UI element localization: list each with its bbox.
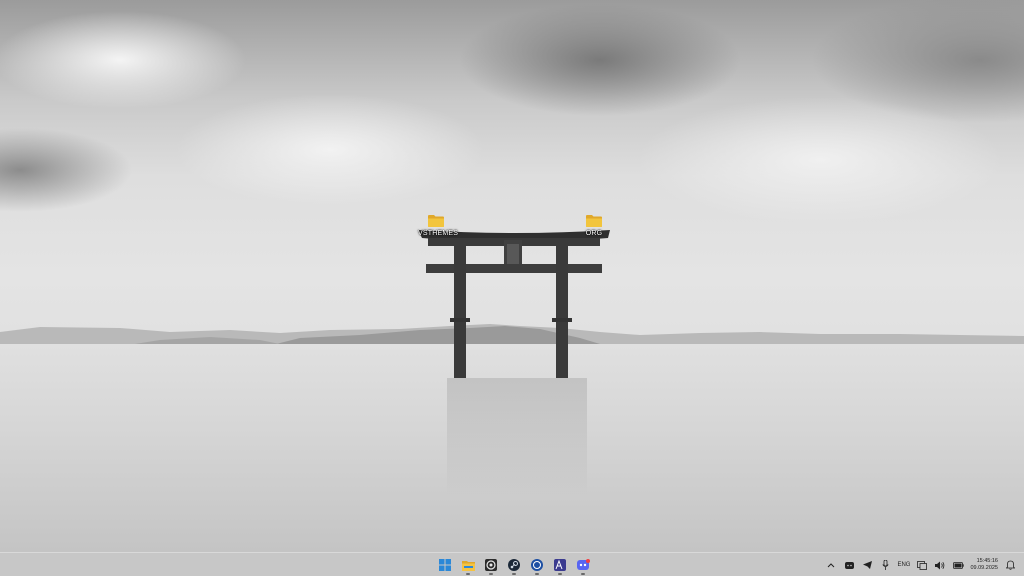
steam-icon	[508, 559, 520, 571]
desktop-wallpaper: VSTHEMES ORG	[0, 0, 1024, 552]
system-tray: ENG 15:45:16 09.09.2025	[825, 555, 1016, 575]
desktop-icon-label: ORG	[585, 230, 603, 237]
taskbar-apps	[436, 555, 592, 575]
clock[interactable]: 15:45:16 09.09.2025	[970, 558, 998, 572]
taskbar-steam[interactable]	[505, 555, 523, 575]
aa-app-icon	[554, 559, 566, 571]
circle-app-icon	[531, 559, 543, 571]
notification-button[interactable]	[1004, 559, 1016, 571]
taskbar-discord[interactable]	[574, 555, 592, 575]
running-indicator	[581, 573, 585, 575]
desktop-icon-vsthemes[interactable]: VSTHEMES	[418, 214, 459, 237]
microphone-icon	[882, 560, 889, 570]
discord-icon	[576, 559, 590, 570]
speaker-icon	[935, 561, 945, 569]
tray-telegram[interactable]	[861, 559, 873, 571]
tray-battery[interactable]	[952, 559, 964, 571]
network-icon	[917, 560, 928, 570]
running-indicator	[466, 573, 470, 575]
tray-volume[interactable]	[934, 559, 946, 571]
start-button[interactable]	[436, 555, 454, 575]
taskbar-obs[interactable]	[482, 555, 500, 575]
telegram-icon	[862, 561, 872, 569]
taskbar-app-blue[interactable]	[528, 555, 546, 575]
running-indicator	[512, 573, 516, 575]
windows-start-icon	[439, 559, 451, 571]
taskbar-file-explorer[interactable]	[459, 555, 477, 575]
running-indicator	[535, 573, 539, 575]
clock-time: 15:45:16	[976, 558, 998, 564]
taskbar: ENG 15:45:16 09.09.2025	[0, 552, 1024, 576]
battery-icon	[953, 561, 964, 569]
discord-tray-icon	[844, 561, 854, 569]
bell-icon	[1005, 560, 1015, 570]
language-indicator[interactable]: ENG	[897, 562, 910, 568]
desktop-icon-label: VSTHEMES	[418, 230, 459, 237]
file-explorer-icon	[461, 560, 475, 571]
show-hidden-icons-button[interactable]	[825, 559, 837, 571]
tray-discord[interactable]	[843, 559, 855, 571]
tray-microphone[interactable]	[879, 559, 891, 571]
taskbar-app-aa[interactable]	[551, 555, 569, 575]
desktop-icon-org[interactable]: ORG	[576, 214, 612, 237]
running-indicator	[558, 573, 562, 575]
torii-reflection	[447, 378, 587, 498]
folder-icon	[586, 215, 602, 227]
folder-icon	[428, 215, 444, 227]
running-indicator	[489, 573, 493, 575]
tray-network[interactable]	[916, 559, 928, 571]
torii-gate	[418, 230, 610, 378]
obs-icon	[485, 559, 497, 571]
clock-date: 09.09.2025	[970, 565, 998, 571]
chevron-up-icon	[828, 563, 835, 568]
